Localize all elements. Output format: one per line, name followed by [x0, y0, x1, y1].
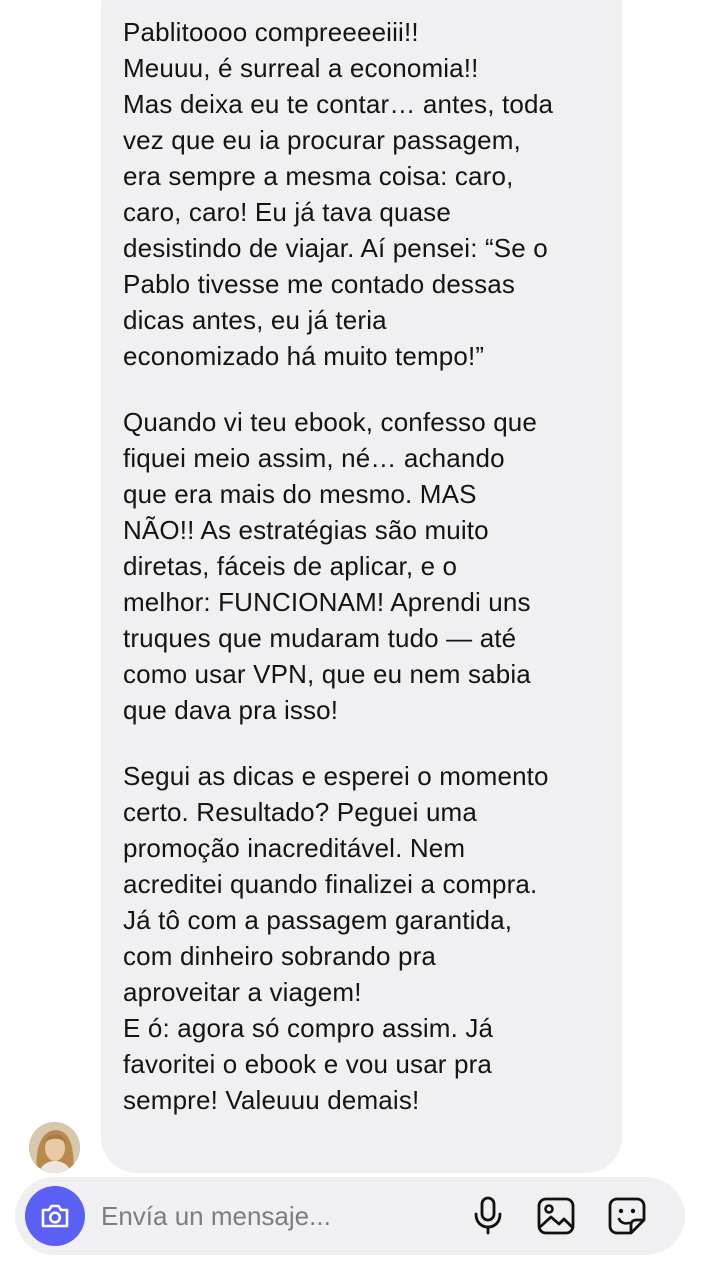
message-paragraph-1: Pablitoooo compreeeeiii!! Meuuu, é surre…: [123, 17, 554, 371]
camera-icon: [41, 1204, 69, 1228]
received-message-bubble[interactable]: Pablitoooo compreeeeiii!! Meuuu, é surre…: [101, 0, 622, 1173]
message-paragraph-2: Quando vi teu ebook, confesso que fiquei…: [123, 407, 538, 725]
avatar-image: [29, 1122, 80, 1173]
message-input[interactable]: [101, 1197, 441, 1235]
sticker-button[interactable]: [607, 1196, 647, 1236]
microphone-icon: [474, 1196, 502, 1235]
image-gallery-icon: [537, 1197, 575, 1235]
gallery-button[interactable]: [536, 1196, 576, 1236]
sticker-icon: [608, 1197, 646, 1235]
camera-button[interactable]: [25, 1186, 85, 1246]
message-composer: [15, 1177, 685, 1255]
message-paragraph-3: Segui as dicas e esperei o momento certo…: [123, 761, 549, 1115]
sender-avatar[interactable]: [29, 1122, 80, 1173]
chat-screen: Pablitoooo compreeeeiii!! Meuuu, é surre…: [0, 0, 701, 1280]
microphone-button[interactable]: [468, 1196, 508, 1236]
